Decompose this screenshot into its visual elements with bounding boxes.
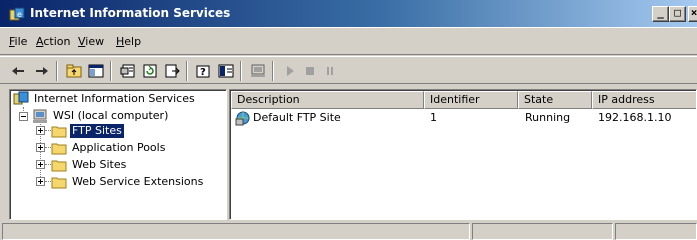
expand-toggle[interactable] — [36, 126, 45, 135]
tree-item-web-service-extensions[interactable]: Web Service Extensions — [51, 174, 205, 190]
show-hide-console-tree-icon[interactable] — [86, 61, 106, 81]
toolbar-separator — [186, 61, 188, 81]
column-header-description[interactable]: Description — [231, 91, 424, 109]
toolbar: ? — [0, 56, 697, 84]
tree-item-label: WSI (local computer) — [53, 109, 169, 122]
toolbar-separator — [110, 61, 112, 81]
iis-app-icon: e — [9, 7, 25, 23]
title-bar[interactable]: e Internet Information Services _ □ × — [0, 0, 697, 28]
menu-help[interactable]: Help — [116, 35, 141, 48]
tree-item-application-pools[interactable]: Application Pools — [51, 140, 167, 156]
svg-text:e: e — [17, 10, 22, 19]
tree-item-web-sites[interactable]: Web Sites — [51, 157, 128, 173]
svg-text:?: ? — [200, 67, 206, 78]
status-panel — [615, 223, 697, 240]
status-panel — [472, 223, 613, 240]
cell-description: Default FTP Site — [253, 111, 341, 124]
forward-arrow-icon[interactable] — [32, 61, 52, 81]
export-list-icon[interactable] — [162, 61, 182, 81]
properties-icon[interactable] — [118, 61, 138, 81]
maximize-button[interactable]: □ — [669, 6, 686, 22]
tree-item-label: Web Sites — [72, 158, 127, 171]
iis-icon — [13, 91, 29, 107]
stop-icon[interactable] — [300, 61, 320, 81]
menu-view[interactable]: View — [78, 35, 104, 48]
menu-file[interactable]: File — [9, 35, 27, 48]
tree-item-label: FTP Sites — [69, 123, 125, 139]
back-arrow-icon[interactable] — [8, 61, 28, 81]
toolbar-separator — [240, 61, 242, 81]
status-bar — [0, 221, 697, 240]
folder-icon — [51, 140, 67, 156]
menu-help-rest: elp — [124, 35, 142, 48]
column-header-ip-address[interactable]: IP address — [592, 91, 696, 109]
console-icon[interactable] — [216, 61, 236, 81]
close-button[interactable]: × — [688, 6, 697, 22]
refresh-icon[interactable] — [140, 61, 160, 81]
cell-ip-address: 192.168.1.10 — [598, 111, 672, 124]
tree-item-ftp-sites[interactable]: FTP Sites — [51, 123, 125, 139]
folder-icon — [51, 123, 67, 139]
column-header-state[interactable]: State — [518, 91, 592, 109]
help-icon[interactable]: ? — [194, 61, 214, 81]
toolbar-separator — [56, 61, 58, 81]
collapse-toggle[interactable] — [19, 112, 28, 121]
table-row[interactable]: Default FTP Site — [235, 110, 341, 126]
menu-action-rest: ction — [43, 35, 71, 48]
menu-action[interactable]: Action — [36, 35, 70, 48]
minimize-button[interactable]: _ — [652, 6, 669, 22]
computer-icon — [32, 108, 48, 124]
tree-item-computer[interactable]: WSI (local computer) — [32, 108, 170, 124]
play-icon[interactable] — [280, 61, 300, 81]
details-list[interactable]: Description Identifier State IP address … — [229, 89, 697, 220]
column-header-identifier[interactable]: Identifier — [424, 91, 518, 109]
expand-toggle[interactable] — [36, 177, 45, 186]
tree-item-iis-root[interactable]: Internet Information Services — [13, 91, 197, 107]
tree-item-label: Internet Information Services — [34, 92, 195, 105]
tree-item-label: Web Service Extensions — [72, 175, 204, 188]
expand-toggle[interactable] — [36, 143, 45, 152]
expand-toggle[interactable] — [36, 160, 45, 169]
ftp-site-icon — [235, 110, 251, 126]
console-tree[interactable]: Internet Information Services WSI (local… — [9, 89, 227, 220]
folder-icon — [51, 157, 67, 173]
status-panel — [2, 223, 470, 240]
cell-state: Running — [525, 111, 571, 124]
cell-identifier: 1 — [430, 111, 437, 124]
toolbar-separator — [272, 61, 274, 81]
menu-bar: File Action View Help — [0, 31, 697, 55]
menu-file-rest: ile — [14, 35, 28, 48]
computer-icon[interactable] — [248, 61, 268, 81]
menu-view-rest: iew — [85, 35, 105, 48]
window-title: Internet Information Services — [30, 6, 231, 20]
up-folder-icon[interactable] — [64, 61, 84, 81]
folder-icon — [51, 174, 67, 190]
tree-item-label: Application Pools — [72, 141, 166, 154]
pause-icon[interactable] — [320, 61, 340, 81]
